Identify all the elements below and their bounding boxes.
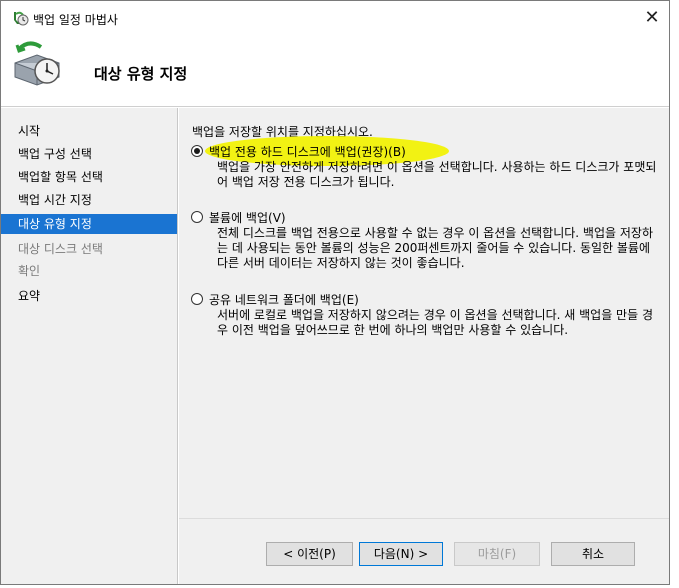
next-button[interactable]: 다음(N) > bbox=[359, 542, 443, 566]
page-title: 대상 유형 지정 bbox=[94, 65, 188, 83]
sidebar-item-summary[interactable]: 요약 bbox=[1, 286, 177, 306]
title-bar[interactable]: 백업 일정 마법사 ✕ bbox=[1, 1, 669, 35]
radio-volume[interactable] bbox=[191, 211, 203, 223]
sidebar-item-destination-type[interactable]: 대상 유형 지정 bbox=[1, 214, 177, 234]
background-strip bbox=[670, 0, 679, 588]
radio-dedicated-disk[interactable] bbox=[191, 145, 203, 157]
button-bar: < 이전(P) 다음(N) > 마침(F) 취소 bbox=[179, 518, 669, 584]
window-title: 백업 일정 마법사 bbox=[33, 13, 118, 27]
sidebar-item-select-items[interactable]: 백업할 항목 선택 bbox=[1, 167, 177, 187]
sidebar-item-backup-time[interactable]: 백업 시간 지정 bbox=[1, 190, 177, 210]
option-desc-dedicated-disk: 백업을 가장 안전하게 저장하려면 이 옵션을 선택합니다. 사용하는 하드 디… bbox=[217, 160, 657, 189]
wizard-steps-nav: 시작 백업 구성 선택 백업할 항목 선택 백업 시간 지정 대상 유형 지정 … bbox=[1, 108, 178, 584]
cancel-button[interactable]: 취소 bbox=[551, 542, 635, 566]
radio-network-share[interactable] bbox=[191, 293, 203, 305]
close-icon[interactable]: ✕ bbox=[639, 5, 665, 31]
finish-button[interactable]: 마침(F) bbox=[454, 542, 540, 566]
sidebar-item-backup-config[interactable]: 백업 구성 선택 bbox=[1, 144, 177, 164]
backup-disk-clock-icon bbox=[7, 37, 65, 95]
wizard-header: 대상 유형 지정 bbox=[1, 35, 669, 107]
option-desc-network-share: 서버에 로컬로 백업을 저장하지 않으려는 경우 이 옵션을 선택합니다. 새 … bbox=[217, 308, 653, 337]
sidebar-item-start[interactable]: 시작 bbox=[1, 121, 177, 141]
option-label-dedicated-disk[interactable]: 백업 전용 하드 디스크에 백업(권장)(B) bbox=[209, 143, 406, 160]
sidebar-item-confirm[interactable]: 확인 bbox=[1, 261, 177, 281]
option-label-network-share[interactable]: 공유 네트워크 폴더에 백업(E) bbox=[209, 291, 359, 308]
wizard-window: 백업 일정 마법사 ✕ 대상 유형 지정 시작 백업 구성 선택 백업할 항목 … bbox=[0, 0, 670, 585]
main-panel: 백업을 저장할 위치를 지정하십시오. 백업 전용 하드 디스크에 백업(권장)… bbox=[179, 108, 669, 584]
sidebar-item-destination-disk[interactable]: 대상 디스크 선택 bbox=[1, 239, 177, 259]
prev-button[interactable]: < 이전(P) bbox=[266, 542, 353, 566]
option-desc-volume: 전체 디스크를 백업 전용으로 사용할 수 없는 경우 이 옵션을 선택합니다.… bbox=[217, 226, 653, 270]
option-label-volume[interactable]: 볼륨에 백업(V) bbox=[209, 209, 286, 226]
backup-clock-icon bbox=[11, 10, 29, 26]
